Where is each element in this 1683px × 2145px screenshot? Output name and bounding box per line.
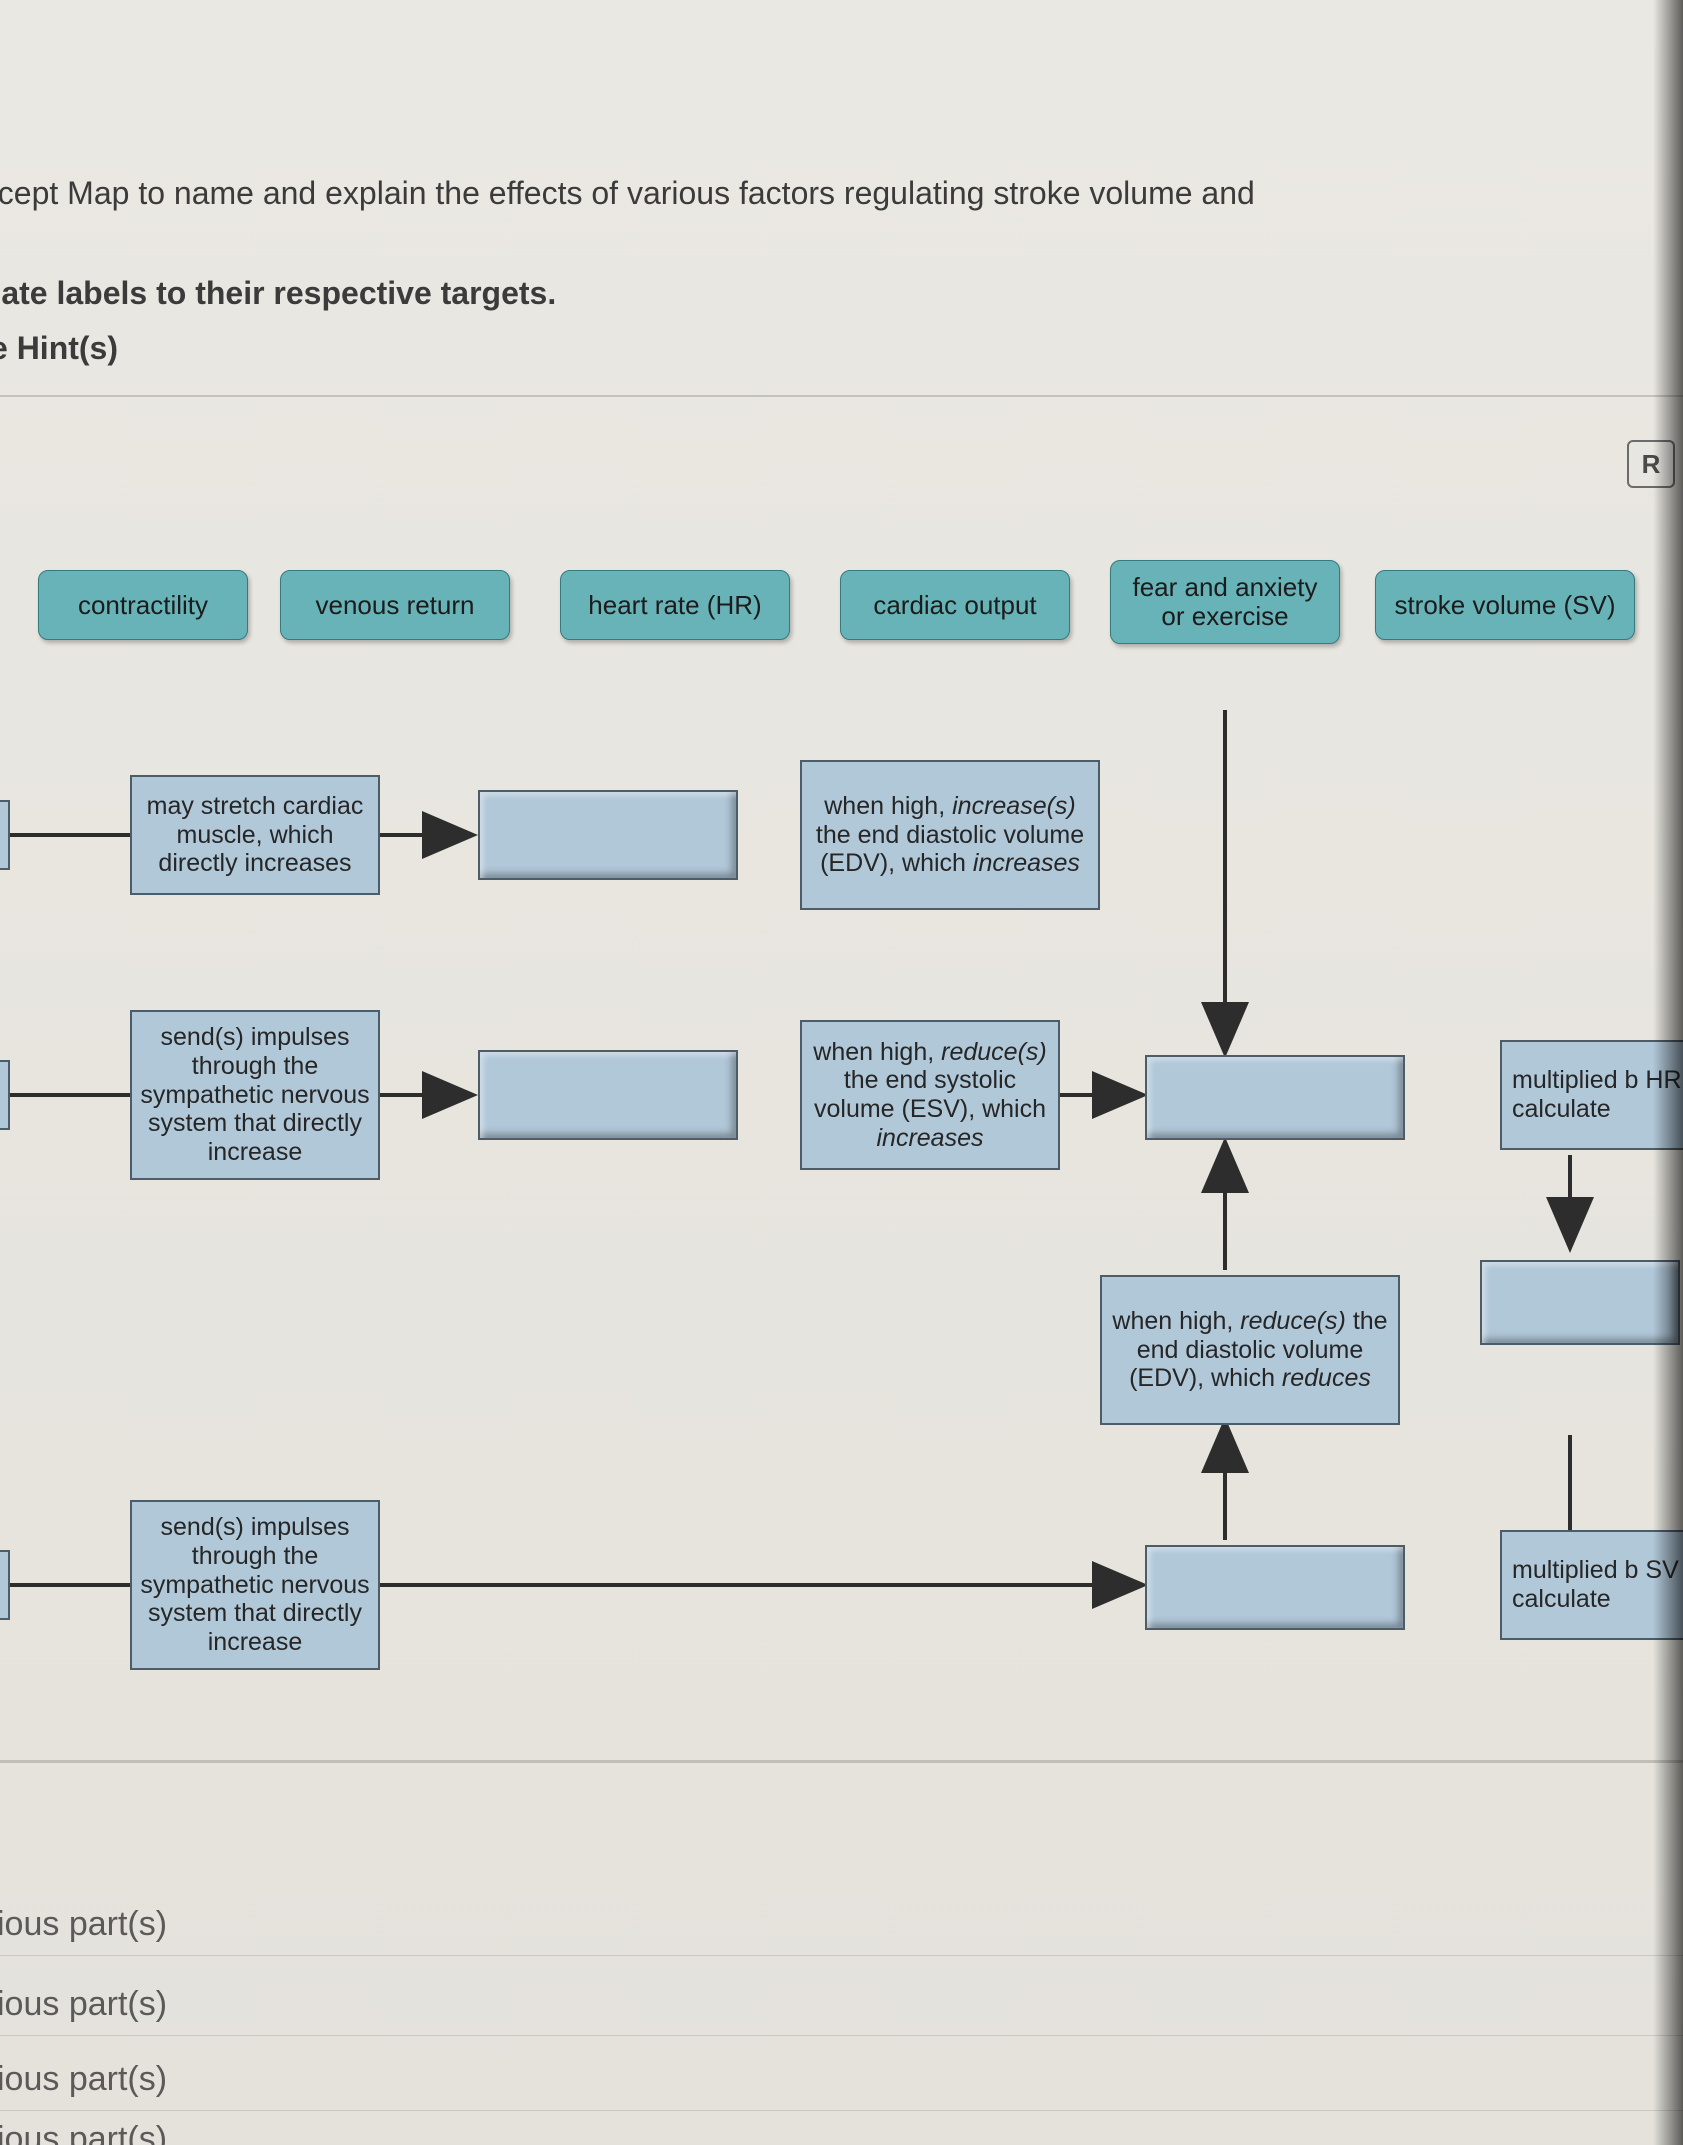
drop-slot-e[interactable] xyxy=(1480,1260,1680,1345)
cropped-node-left-2 xyxy=(0,1060,10,1130)
node-sympathetic-1: send(s) impulses through the sympathetic… xyxy=(130,1010,380,1180)
node-edv-reduce: when high, reduce(s) the end diastolic v… xyxy=(1100,1275,1400,1425)
node-text: when high, reduce(s) the end systolic vo… xyxy=(808,1038,1052,1153)
question-text-2: riate labels to their respective targets… xyxy=(0,275,556,312)
node-text: when high, increase(s) the end diastolic… xyxy=(808,792,1092,878)
node-text: send(s) impulses through the sympathetic… xyxy=(138,1513,372,1657)
previous-parts-link-4[interactable]: vious part(s) xyxy=(0,2120,167,2145)
node-text: when high, reduce(s) the end diastolic v… xyxy=(1108,1307,1392,1393)
divider xyxy=(0,1760,1683,1763)
photo-edge-shadow xyxy=(1653,0,1683,2145)
label-contractility[interactable]: contractility xyxy=(38,570,248,640)
label-fear-anxiety[interactable]: fear and anxiety or exercise xyxy=(1110,560,1340,644)
label-stroke-volume[interactable]: stroke volume (SV) xyxy=(1375,570,1635,640)
label-venous-return[interactable]: venous return xyxy=(280,570,510,640)
node-esv-reduce: when high, reduce(s) the end systolic vo… xyxy=(800,1020,1060,1170)
cropped-node-left-3 xyxy=(0,1550,10,1620)
question-text-1: ncept Map to name and explain the effect… xyxy=(0,175,1255,212)
cropped-node-left-1 xyxy=(0,800,10,870)
divider xyxy=(0,1955,1683,1956)
previous-parts-link-3[interactable]: vious part(s) xyxy=(0,2060,167,2099)
drop-slot-d[interactable] xyxy=(1145,1545,1405,1630)
divider xyxy=(0,2035,1683,2036)
previous-parts-link-2[interactable]: vious part(s) xyxy=(0,1985,167,2024)
previous-parts-link-1[interactable]: vious part(s) xyxy=(0,1905,167,1944)
divider xyxy=(0,2110,1683,2111)
drop-slot-a[interactable] xyxy=(478,790,738,880)
node-sympathetic-2: send(s) impulses through the sympathetic… xyxy=(130,1500,380,1670)
drop-slot-c[interactable] xyxy=(1145,1055,1405,1140)
node-stretch-cardiac: may stretch cardiac muscle, which direct… xyxy=(130,775,380,895)
node-text: send(s) impulses through the sympathetic… xyxy=(138,1023,372,1167)
node-text: may stretch cardiac muscle, which direct… xyxy=(138,792,372,878)
label-cardiac-output[interactable]: cardiac output xyxy=(840,570,1070,640)
drop-slot-b[interactable] xyxy=(478,1050,738,1140)
node-edv-increase: when high, increase(s) the end diastolic… xyxy=(800,760,1100,910)
divider xyxy=(0,395,1683,397)
label-heart-rate[interactable]: heart rate (HR) xyxy=(560,570,790,640)
hint-toggle[interactable]: e Hint(s) xyxy=(0,330,118,367)
